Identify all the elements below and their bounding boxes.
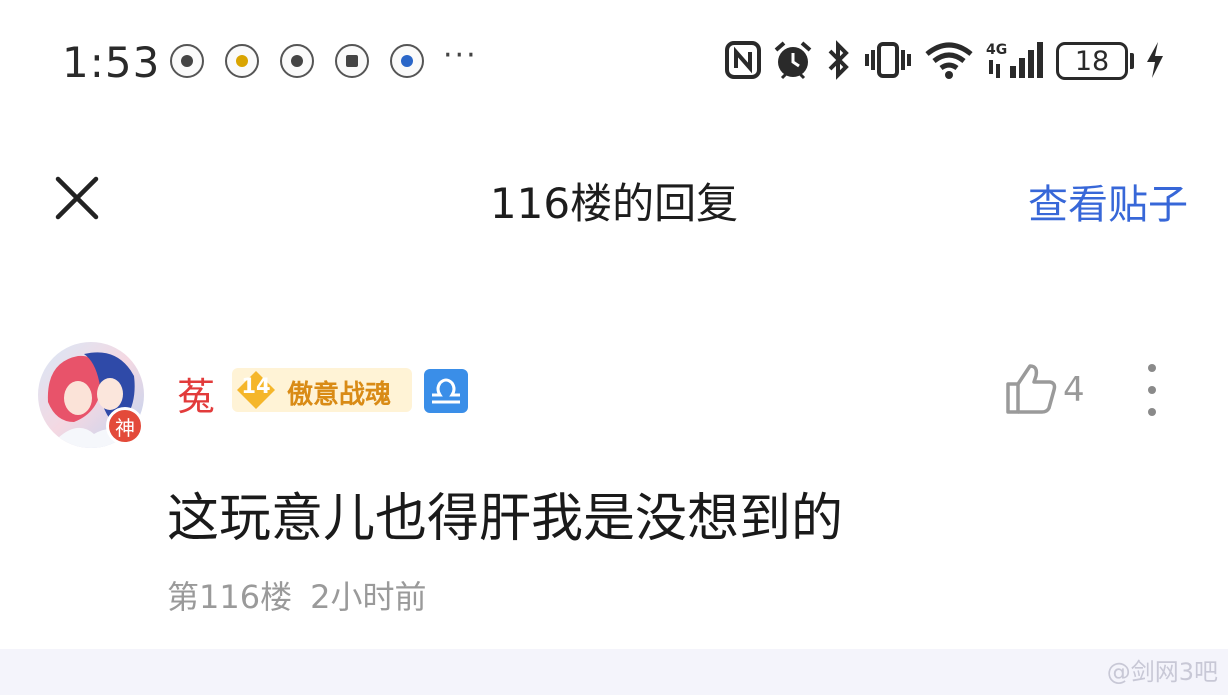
more-notifications-icon: ··· [443,38,478,73]
bluetooth-icon [828,40,849,80]
battery-level: 18 [1074,45,1110,77]
battery-icon: 18 [1056,42,1128,80]
bottom-bar [0,649,1228,695]
app-notification-icon-5 [390,44,424,78]
watermark: @剑网3吧 [1106,658,1218,686]
alarm-icon [774,41,812,80]
reply-time: 2小时前 [310,578,427,616]
reply-meta: 第116楼 2小时前 [167,572,426,618]
vibrate-icon [865,42,911,78]
like-count: 4 [1063,370,1085,410]
wifi-icon [925,42,973,79]
app-notification-icon-2 [225,44,259,78]
nfc-icon [725,41,761,79]
app-notification-icon-4 [335,44,369,78]
floor-number: 第116楼 [167,578,293,616]
libra-icon [424,369,468,413]
reply-content: 这玩意儿也得肝我是没想到的 [167,489,844,549]
svg-text:4G: 4G [986,42,1007,58]
avatar-god-badge: 神 [106,407,144,445]
battery-tip [1130,53,1134,69]
status-bar: 1:53 ··· 4G 18 [0,0,1228,120]
app-notification-icon-3 [280,44,314,78]
more-options-icon[interactable] [1138,362,1166,418]
charging-icon [1147,42,1163,78]
status-time: 1:53 [62,38,161,87]
libra-glyph [432,378,460,404]
level-title: 傲意战魂 [287,380,392,410]
username[interactable]: 菟 [177,366,215,421]
view-post-button[interactable]: 查看贴子 [1028,172,1188,230]
signal-4g-icon: 4G [986,42,1043,78]
thumbs-up-icon[interactable] [1004,362,1058,416]
level-number: 14 [241,374,271,398]
app-notification-icon-1 [170,44,204,78]
